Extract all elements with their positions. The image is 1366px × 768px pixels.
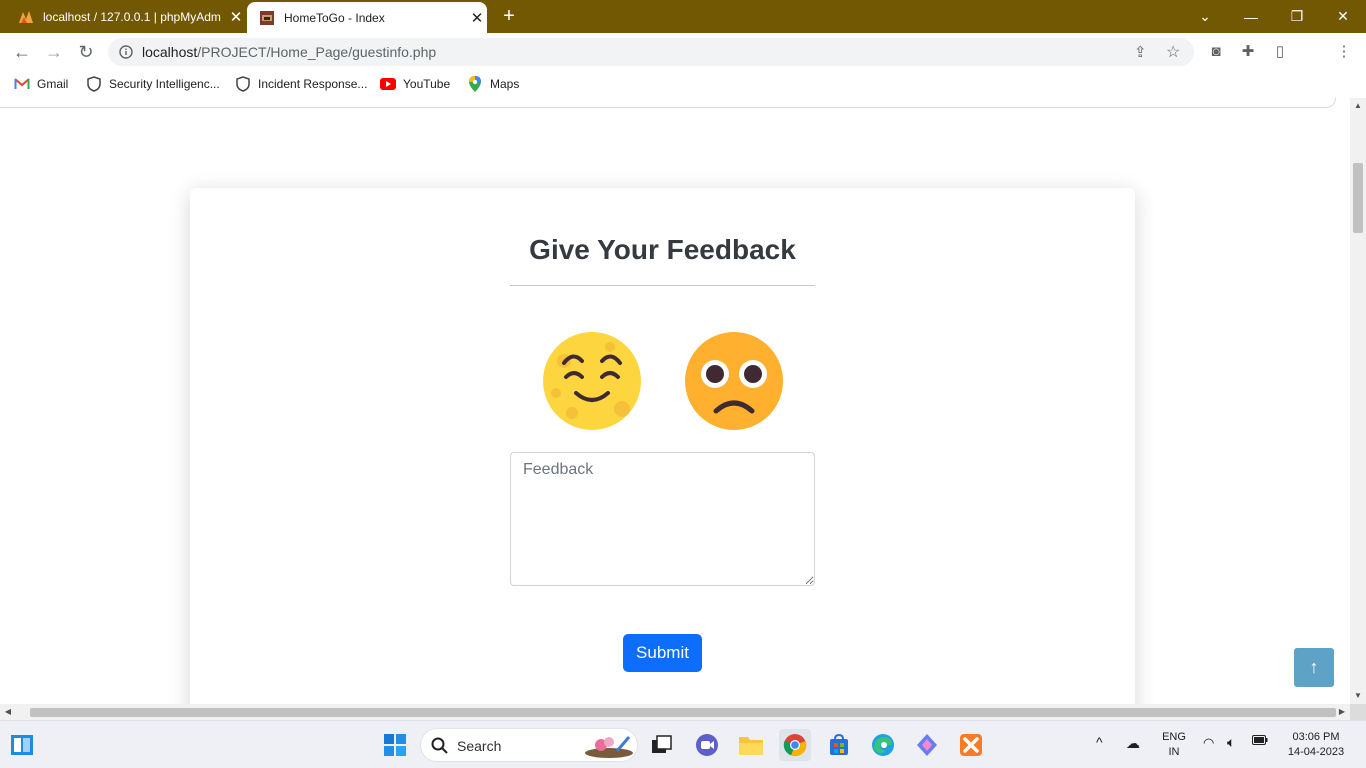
search-highlight-icon [585,736,633,758]
teams-chat-icon[interactable] [691,729,723,761]
arrow-up-icon: ↑ [1309,657,1319,677]
tab-search-icon[interactable]: ⌄ [1182,0,1228,33]
back-icon[interactable]: ← [10,40,34,64]
window-close-icon[interactable]: ✕ [1320,0,1366,33]
search-label: Search [457,738,502,754]
submit-button[interactable]: Submit [623,634,702,672]
youtube-icon [380,76,396,92]
frowning-face-icon[interactable] [684,331,784,431]
address-bar[interactable]: localhost/PROJECT/Home_Page/guestinfo.ph… [108,38,1194,66]
bookmark-gmail[interactable]: Gmail [14,76,68,92]
tab-title: localhost / 127.0.0.1 | phpMyAdm [43,9,221,24]
feedback-textarea[interactable] [510,452,815,586]
bookmark-youtube[interactable]: YouTube [380,76,450,92]
new-tab-icon[interactable]: + [498,5,520,27]
browser-toolbar: ← → ↻ localhost/PROJECT/Home_Page/guesti… [0,33,1366,97]
horizontal-scroll-thumb[interactable] [30,708,1336,717]
scroll-up-icon[interactable]: ▲ [1350,98,1366,114]
scroll-down-icon[interactable]: ▼ [1350,688,1366,704]
shield-icon [235,76,251,92]
close-icon[interactable]: ✕ [467,9,487,27]
site-favicon-icon [260,10,274,25]
language-code: ENG [1162,731,1186,743]
minimize-icon[interactable]: — [1228,0,1274,33]
forward-icon[interactable]: → [42,40,66,64]
url-host: localhost [142,44,198,60]
tab-phpmyadmin[interactable]: localhost / 127.0.0.1 | phpMyAdm ✕ [8,0,246,33]
search-icon [431,737,448,754]
bookmark-incident-response[interactable]: Incident Response... [235,76,367,92]
chrome-icon[interactable] [779,729,811,761]
xampp-icon[interactable] [955,729,987,761]
file-explorer-icon[interactable] [735,729,767,761]
taskbar: Search ^ ☁ ENG IN ◠ 🔈︎ 03:06 PM 14-04-20… [0,720,1366,768]
share-icon[interactable]: ⇪ [1134,43,1147,61]
url-path: /PROJECT/Home_Page/guestinfo.php [197,44,437,60]
volume-icon[interactable]: 🔈︎ [1227,734,1235,751]
bookmarks-bar: Gmail Security Intelligenc... Incident R… [0,71,1366,98]
browser-titlebar: localhost / 127.0.0.1 | phpMyAdm ✕ HomeT… [0,0,1366,33]
camera-icon[interactable]: ◙ [1207,43,1225,61]
language-indicator[interactable]: ENG IN [1158,730,1190,760]
bookmark-security-intelligence[interactable]: Security Intelligenc... [86,76,220,92]
bookmark-label: Gmail [37,77,69,91]
menu-icon[interactable]: ⋮ [1335,43,1353,61]
scroll-to-top-button[interactable]: ↑ [1294,648,1334,687]
region-code: IN [1168,746,1180,758]
scroll-right-icon[interactable]: ▶ [1334,704,1350,720]
bookmark-label: YouTube [403,77,451,91]
start-icon[interactable] [379,729,411,761]
horizontal-scrollbar[interactable]: ◀ ▶ [0,704,1350,720]
reload-icon[interactable]: ↻ [74,40,98,64]
maps-pin-icon [467,76,483,92]
bookmark-label: Incident Response... [258,77,368,91]
bookmark-star-icon[interactable]: ☆ [1166,42,1180,62]
show-hidden-icons-icon[interactable]: ^ [1096,734,1103,750]
task-view-icon[interactable] [646,729,678,761]
page-viewport: Give Your Feedback Submit ↑ [0,98,1350,704]
scrollbar-corner [1350,704,1366,720]
restore-icon[interactable]: ❐ [1274,0,1320,33]
vertical-scrollbar[interactable]: ▲ ▼ [1350,98,1366,704]
onedrive-sync-icon[interactable]: ☁ [1126,735,1140,752]
side-panel-icon[interactable]: ▯ [1271,43,1289,61]
phpmyadmin-icon [19,10,33,23]
relieved-face-icon[interactable] [542,331,642,431]
taskbar-search[interactable]: Search [420,728,638,762]
bookmark-maps[interactable]: Maps [467,76,519,92]
bookmark-label: Security Intelligenc... [109,77,220,91]
page-title: Give Your Feedback [529,234,796,265]
extensions-icon[interactable]: ✚ [1239,43,1257,61]
clock-time: 03:06 PM [1292,731,1340,743]
vertical-scroll-thumb[interactable] [1353,163,1363,233]
gmail-icon [14,76,30,92]
tab-hometogo[interactable]: HomeToGo - Index ✕ [247,2,487,33]
shield-icon [86,76,102,92]
copilot-icon[interactable] [911,729,943,761]
widgets-icon[interactable] [6,729,38,761]
battery-icon[interactable] [1252,735,1268,748]
edge-icon[interactable] [867,729,899,761]
bookmark-label: Maps [490,77,520,91]
url-text[interactable]: localhost/PROJECT/Home_Page/guestinfo.ph… [142,44,436,60]
clock-date: 14-04-2023 [1287,746,1345,758]
wifi-icon[interactable]: ◠ [1203,735,1214,751]
title-divider [510,285,815,286]
tab-title: HomeToGo - Index [284,10,385,25]
scroll-left-icon[interactable]: ◀ [0,704,16,720]
navbar-edge [0,98,1336,108]
site-info-icon[interactable] [119,45,133,59]
close-icon[interactable]: ✕ [226,8,246,26]
clock[interactable]: 03:06 PM 14-04-2023 [1280,730,1352,760]
store-icon[interactable] [823,729,855,761]
